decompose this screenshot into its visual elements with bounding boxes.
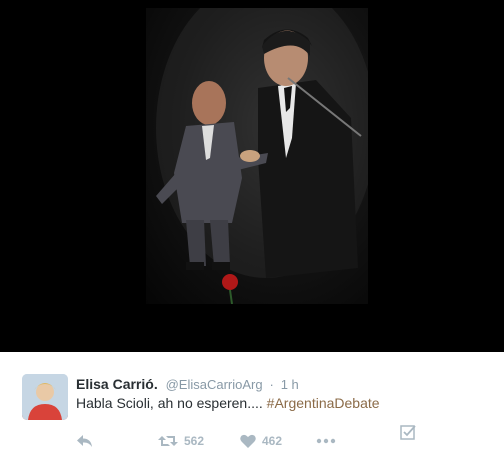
reply-button[interactable] xyxy=(76,428,94,454)
checkbox-icon[interactable] xyxy=(400,424,416,440)
retweet-icon xyxy=(158,434,178,448)
tweet-body: Habla Scioli, ah no esperen.... xyxy=(76,395,267,411)
tweet-photo[interactable] xyxy=(146,8,368,304)
heart-icon xyxy=(240,434,256,448)
like-count: 462 xyxy=(262,434,283,448)
tweet-timestamp[interactable]: 1 h xyxy=(281,377,299,392)
tweet-media[interactable] xyxy=(0,0,504,352)
author-name[interactable]: Elisa Carrió. xyxy=(76,376,158,392)
hashtag-link[interactable]: #ArgentinaDebate xyxy=(267,395,380,411)
retweet-button[interactable]: 562 xyxy=(158,428,204,454)
like-button[interactable]: 462 xyxy=(240,428,282,454)
more-icon xyxy=(316,438,336,444)
retweet-count: 562 xyxy=(184,434,205,448)
author-handle[interactable]: @ElisaCarrioArg xyxy=(166,377,263,392)
tweet-header: Elisa Carrió. @ElisaCarrioArg · 1 h xyxy=(76,375,299,393)
more-button[interactable] xyxy=(316,428,336,454)
reply-icon xyxy=(76,434,94,448)
avatar[interactable] xyxy=(22,374,68,420)
tweet-actions: 562 462 xyxy=(76,428,496,454)
separator: · xyxy=(269,377,274,392)
tweet-text: Habla Scioli, ah no esperen.... #Argenti… xyxy=(76,394,380,412)
